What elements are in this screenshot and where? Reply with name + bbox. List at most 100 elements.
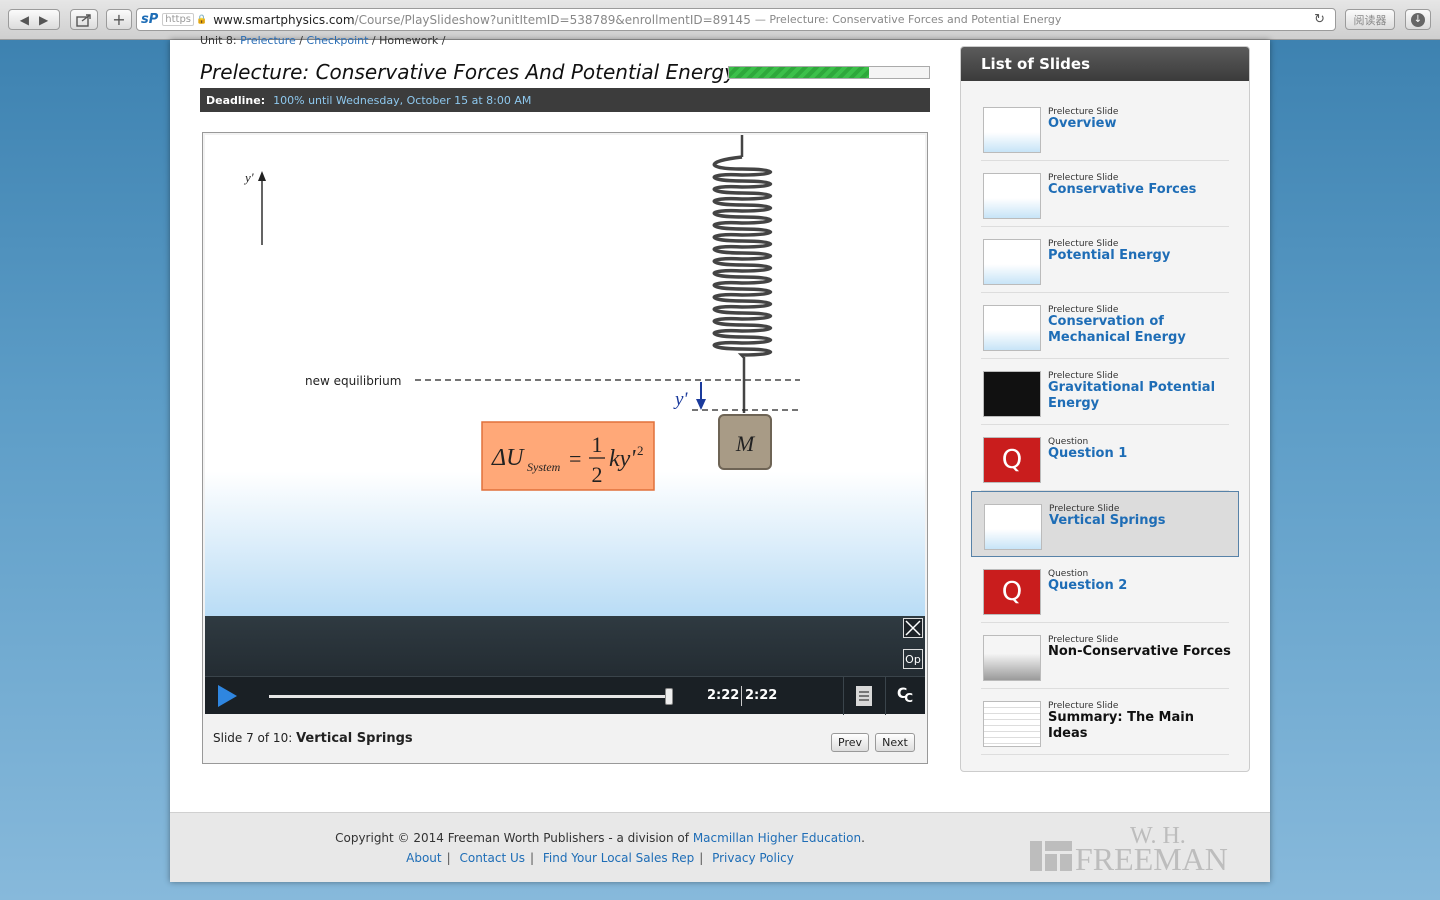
address-bar[interactable]: sP https 🔒 www.smartphysics.com /Course/…: [136, 8, 1336, 31]
seek-track[interactable]: [269, 695, 669, 698]
breadcrumb-unit: Unit 8:: [200, 34, 237, 47]
slide-thumbnail: [983, 635, 1041, 681]
slide-diagram: y' new equilibrium y' M ΔU System = 1 2: [243, 135, 800, 491]
slide-list-item[interactable]: Prelecture Slide Conservative Forces: [981, 161, 1229, 227]
options-button[interactable]: Op: [903, 649, 923, 669]
cc-glyph-2: C: [904, 690, 913, 705]
slide-title[interactable]: Conservation of Mechanical Energy: [1048, 314, 1233, 346]
slide-list-item[interactable]: Prelecture Slide Vertical Springs: [971, 491, 1239, 557]
back-forward-buttons[interactable]: ◀ ▶: [8, 9, 60, 30]
share-icon: [76, 13, 91, 27]
copyright-text: Copyright © 2014 Freeman Worth Publisher…: [170, 831, 1030, 845]
close-icon: [905, 620, 921, 636]
slide-title[interactable]: Potential Energy: [1048, 248, 1233, 264]
breadcrumb-sep: /: [441, 34, 446, 47]
deadline-label: Deadline:: [206, 93, 266, 107]
url-domain: www.smartphysics.com: [213, 12, 355, 27]
slide-thumbnail: [983, 305, 1041, 351]
link-separator: |: [530, 851, 535, 865]
share-button[interactable]: [70, 9, 98, 30]
seek-handle[interactable]: [665, 688, 673, 705]
slide-thumbnail: [983, 107, 1041, 153]
equilibrium-label: new equilibrium: [305, 374, 401, 388]
seek-fill: [269, 695, 669, 698]
slide-list-item[interactable]: Prelecture Slide Non-Conservative Forces: [981, 623, 1231, 689]
deadline-value: 100% until Wednesday, October 15 at 8:00…: [273, 93, 532, 107]
close-overlay-button[interactable]: [903, 618, 923, 638]
url-path: /Course/PlaySlideshow?unitItemID=538789&…: [354, 12, 751, 27]
slide-list-item[interactable]: Q Question Question 2: [981, 557, 1229, 623]
forward-icon[interactable]: ▶: [39, 13, 48, 27]
displacement-arrowhead: [696, 399, 706, 410]
slide-title[interactable]: Summary: The Main Ideas: [1048, 710, 1233, 742]
equation-exponent: 2: [637, 443, 644, 458]
slide-title[interactable]: Question 2: [1048, 578, 1233, 594]
reload-icon[interactable]: ↻: [1314, 12, 1325, 27]
slide-title[interactable]: Question 1: [1048, 446, 1233, 462]
slide-title[interactable]: Gravitational Potential Energy: [1048, 380, 1233, 412]
link-separator: |: [446, 851, 451, 865]
back-icon[interactable]: ◀: [20, 13, 29, 27]
slideshow-player: y' new equilibrium y' M ΔU System = 1 2: [202, 132, 928, 764]
equation-numerator: 1: [592, 432, 603, 457]
slide-list-panel: List of Slides Prelecture Slide Overview P…: [960, 46, 1250, 772]
downloads-button[interactable]: ↓: [1405, 9, 1431, 30]
equation-rhs: ky': [609, 446, 636, 472]
play-icon[interactable]: [215, 683, 239, 709]
new-tab-button[interactable]: +: [106, 9, 132, 30]
y-axis-arrowhead: [258, 171, 266, 181]
slide-title[interactable]: Vertical Springs: [1049, 513, 1234, 529]
time-current: 2:22: [707, 688, 740, 703]
slide-list-item[interactable]: Q Question Question 1: [981, 425, 1229, 491]
slide-name: Vertical Springs: [296, 731, 413, 746]
breadcrumb-sep: /: [299, 34, 304, 47]
about-link[interactable]: About: [406, 851, 441, 865]
slide-list-item[interactable]: Prelecture Slide Gravitational Potential …: [981, 359, 1229, 425]
contact-us-link[interactable]: Contact Us: [459, 851, 525, 865]
slide-thumbnail: [984, 504, 1042, 550]
slide-caption: Slide 7 of 10: Vertical Springs: [213, 731, 413, 746]
player-controls: Op 2:22 2:22 CC: [205, 616, 925, 715]
site-favicon-icon: sP: [141, 12, 159, 27]
slide-canvas: y' new equilibrium y' M ΔU System = 1 2: [205, 135, 925, 616]
page-container: Unit 8: Prelecture / Checkpoint / Homewo…: [170, 34, 1270, 882]
slide-thumbnail: [983, 239, 1041, 285]
slide-thumbnail: [983, 173, 1041, 219]
page-footer: Copyright © 2014 Freeman Worth Publisher…: [170, 812, 1270, 882]
completion-progress-bar: [728, 66, 930, 79]
displacement-label: y': [673, 389, 688, 410]
slide-list-item[interactable]: Prelecture Slide Conservation of Mechanic…: [981, 293, 1229, 359]
slide-list-item[interactable]: Prelecture Slide Summary: The Main Ideas: [981, 689, 1229, 755]
wh-freeman-logo: W. H. FREEMAN: [1030, 823, 1230, 877]
link-separator: |: [699, 851, 704, 865]
transcript-icon[interactable]: [855, 685, 873, 707]
slide-counter: Slide 7 of 10:: [213, 731, 293, 745]
copyright-end: .: [861, 831, 865, 845]
closed-captions-icon[interactable]: CC: [897, 686, 913, 705]
lock-icon: 🔒: [196, 14, 208, 25]
breadcrumb-checkpoint[interactable]: Checkpoint: [307, 34, 369, 47]
slide-title[interactable]: Conservative Forces: [1048, 182, 1233, 198]
url-page-title: — Prelecture: Conservative Forces and Po…: [754, 13, 1062, 26]
slide-title[interactable]: Non-Conservative Forces: [1048, 644, 1233, 660]
equation-delta-u: ΔU: [491, 445, 525, 471]
slide-list-item[interactable]: Prelecture Slide Overview: [981, 95, 1229, 161]
privacy-policy-link[interactable]: Privacy Policy: [712, 851, 794, 865]
download-icon: ↓: [1411, 12, 1425, 27]
reader-button[interactable]: 阅读器: [1345, 9, 1395, 30]
slide-title[interactable]: Overview: [1048, 116, 1233, 132]
slide-thumbnail: Q: [983, 437, 1041, 483]
prev-button[interactable]: Prev: [831, 733, 869, 752]
sales-rep-link[interactable]: Find Your Local Sales Rep: [543, 851, 694, 865]
mass-label: M: [735, 431, 756, 456]
spring: [712, 155, 773, 359]
time-total: 2:22: [745, 688, 778, 703]
next-button[interactable]: Next: [875, 733, 915, 752]
slide-thumbnail: [983, 371, 1041, 417]
slide-list-item[interactable]: Prelecture Slide Potential Energy: [981, 227, 1229, 293]
slide-list-title: List of Slides: [961, 47, 1249, 81]
macmillan-link[interactable]: Macmillan Higher Education: [693, 831, 861, 845]
breadcrumb-prelecture[interactable]: Prelecture: [240, 34, 296, 47]
equation-subscript: System: [527, 460, 561, 474]
url-scheme: https: [162, 13, 195, 26]
